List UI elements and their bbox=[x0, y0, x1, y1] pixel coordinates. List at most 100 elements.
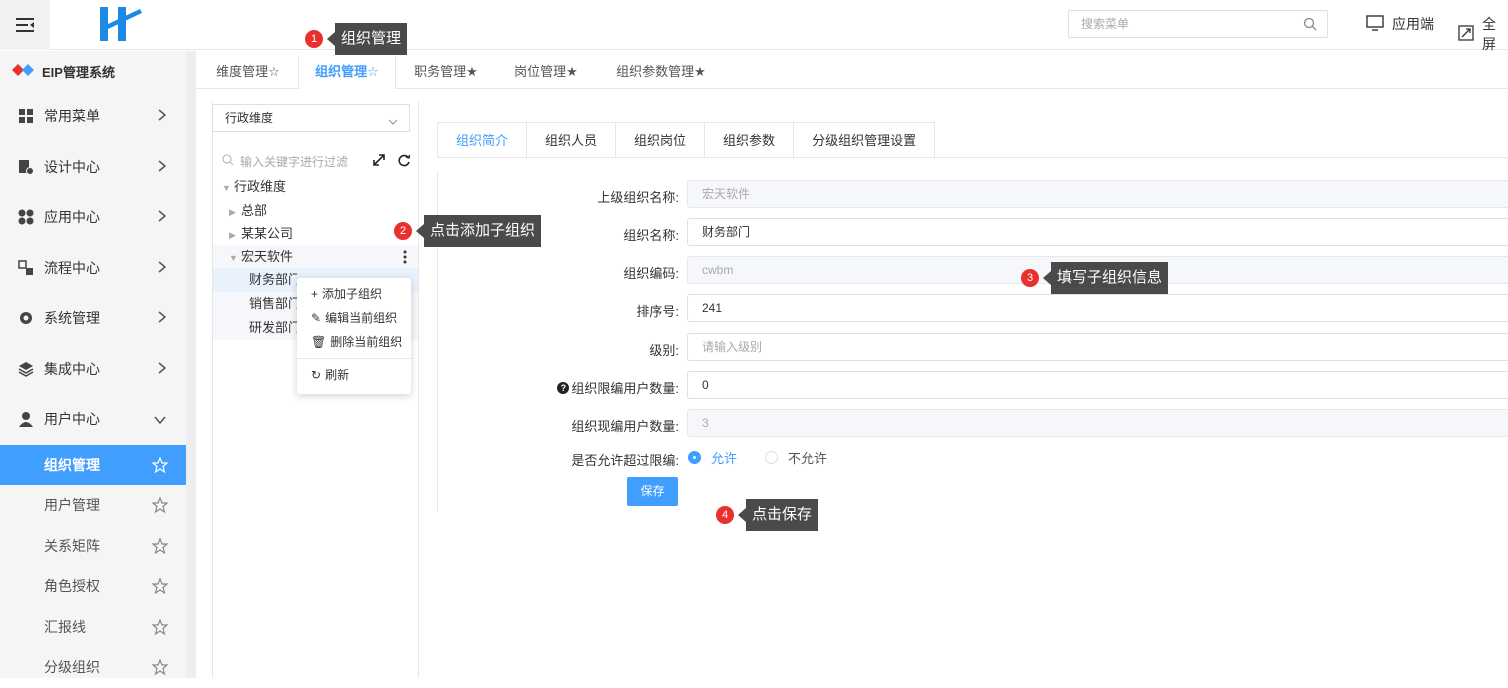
menu-item-label: 添加子组织 bbox=[322, 287, 383, 301]
logo bbox=[96, 3, 146, 43]
sidebar-item-design[interactable]: 设计中心 bbox=[0, 142, 186, 193]
fullscreen-label: 全屏 bbox=[1482, 16, 1496, 52]
sidebar-item-common[interactable]: 常用菜单 bbox=[0, 91, 186, 142]
sidebar: EIP管理系统 常用菜单 设计中心 应用中心 流程中心 系统管理 集成中心 用户… bbox=[0, 51, 186, 678]
tree-node-root[interactable]: ▼ 行政维度 bbox=[222, 175, 286, 199]
tab-org-params[interactable]: 组织参数 bbox=[705, 122, 795, 158]
help-icon[interactable]: ? bbox=[557, 381, 570, 394]
chevron-down-icon bbox=[387, 111, 399, 137]
allow-exceed-label: 是否允许超过限编: bbox=[571, 453, 679, 468]
sidebar-item-label: 设计中心 bbox=[44, 158, 100, 175]
fullscreen-button[interactable]: 全屏 bbox=[1458, 14, 1508, 54]
tree-node[interactable]: ▶ 某某公司 bbox=[229, 222, 293, 246]
expand-icon[interactable] bbox=[372, 153, 386, 170]
star-icon[interactable] bbox=[151, 496, 169, 516]
step-badge: 1 bbox=[305, 30, 323, 48]
design-icon bbox=[16, 157, 36, 177]
tree-node[interactable]: ▶ 总部 bbox=[229, 199, 267, 223]
tab-dimension[interactable]: 维度管理☆ bbox=[204, 55, 292, 89]
pencil-icon: ✎ bbox=[311, 311, 322, 325]
menu-divider bbox=[297, 358, 411, 359]
level-label: 级别: bbox=[649, 343, 679, 358]
limit-label-text: 组织限编用户数量: bbox=[571, 381, 679, 396]
tab-level-org-settings[interactable]: 分级组织管理设置 bbox=[794, 122, 936, 158]
callout-step-4: 4 点击保存 bbox=[716, 499, 819, 531]
search-input[interactable] bbox=[1069, 11, 1289, 37]
sidebar-subitem-label: 角色授权 bbox=[44, 578, 100, 595]
sidebar-subitem-report[interactable]: 汇报线 bbox=[0, 607, 186, 648]
app-end-button[interactable]: 应用端 bbox=[1366, 14, 1434, 34]
radio-label: 不允许 bbox=[788, 451, 828, 466]
sidebar-subitem-role[interactable]: 角色授权 bbox=[0, 566, 186, 607]
tree-node[interactable]: 财务部门 bbox=[249, 268, 297, 292]
star-icon[interactable] bbox=[151, 617, 169, 638]
save-button[interactable]: 保存 bbox=[627, 477, 678, 506]
tree-node-label: 宏天软件 bbox=[241, 249, 294, 264]
limit-label: ? 组织限编用户数量: bbox=[557, 378, 679, 397]
callout-pointer bbox=[738, 508, 746, 522]
tab-post[interactable]: 岗位管理★ bbox=[502, 55, 590, 89]
tree-node[interactable]: 研发部门 bbox=[249, 316, 297, 340]
search-icon bbox=[222, 154, 234, 169]
flow-icon bbox=[16, 258, 36, 278]
sidebar-item-integration[interactable]: 集成中心 bbox=[0, 344, 186, 395]
tree-node-label: 总部 bbox=[241, 203, 268, 218]
sidebar-item-system[interactable]: 系统管理 bbox=[0, 293, 186, 344]
radio-label: 允许 bbox=[711, 451, 738, 466]
refresh-icon[interactable] bbox=[397, 153, 411, 170]
allow-radio[interactable]: 允许 bbox=[688, 448, 737, 467]
plus-icon: + bbox=[311, 287, 319, 301]
grid-icon bbox=[16, 106, 36, 126]
disallow-radio[interactable]: 不允许 bbox=[765, 448, 827, 467]
tab-org-people[interactable]: 组织人员 bbox=[527, 122, 617, 158]
tree-filter[interactable]: 输入关键字进行过滤 bbox=[218, 150, 418, 172]
tab-org[interactable]: 组织管理☆ bbox=[298, 55, 396, 89]
context-menu: + 添加子组织 ✎ 编辑当前组织 🗑︎ 删除当前组织 ↻ 刷新 bbox=[297, 278, 411, 394]
search-box[interactable] bbox=[1068, 10, 1328, 38]
divider bbox=[186, 51, 196, 678]
caret-right-icon: ▶ bbox=[229, 207, 236, 217]
sidebar-item-user-center[interactable]: 用户中心 bbox=[0, 394, 186, 445]
sort-field[interactable]: 241 bbox=[687, 294, 1508, 322]
refresh-item[interactable]: ↻ 刷新 bbox=[297, 363, 411, 387]
tree-node-label: 某某公司 bbox=[241, 226, 294, 241]
tab-org-params[interactable]: 组织参数管理★ bbox=[602, 55, 720, 89]
limit-field[interactable]: 0 bbox=[687, 371, 1508, 399]
caret-down-icon: ▼ bbox=[222, 183, 231, 193]
sidebar-subitem-level-org[interactable]: 分级组织 bbox=[0, 647, 186, 688]
dimension-select[interactable]: 行政维度 bbox=[212, 104, 410, 132]
tree-node-selected[interactable]: ▼ 宏天软件 bbox=[229, 245, 293, 269]
star-icon[interactable] bbox=[151, 577, 169, 597]
more-vertical-icon[interactable] bbox=[402, 250, 408, 267]
tab-org-posts[interactable]: 组织岗位 bbox=[616, 122, 706, 158]
tree-filter-placeholder: 输入关键字进行过滤 bbox=[240, 155, 349, 169]
sidebar-subitem-label: 用户管理 bbox=[44, 497, 100, 514]
trash-icon: 🗑︎ bbox=[311, 335, 327, 349]
callout-step-1: 1 组织管理 bbox=[305, 23, 408, 55]
sidebar-subitem-org[interactable]: 组织管理 bbox=[0, 444, 186, 485]
sidebar-subitem-user[interactable]: 用户管理 bbox=[0, 485, 186, 526]
level-field[interactable]: 请输入级别 bbox=[687, 333, 1508, 361]
star-icon[interactable] bbox=[151, 658, 169, 678]
sidebar-item-flow[interactable]: 流程中心 bbox=[0, 243, 186, 294]
sidebar-item-apps[interactable]: 应用中心 bbox=[0, 192, 186, 243]
tab-job[interactable]: 职务管理★ bbox=[402, 55, 490, 89]
delete-org-item[interactable]: 🗑︎ 删除当前组织 bbox=[297, 330, 411, 354]
org-name-field[interactable]: 财务部门 bbox=[687, 218, 1508, 246]
star-icon[interactable] bbox=[151, 536, 169, 557]
sort-label: 排序号: bbox=[636, 304, 679, 319]
star-icon[interactable] bbox=[151, 455, 169, 476]
edit-org-item[interactable]: ✎ 编辑当前组织 bbox=[297, 306, 411, 330]
callout-pointer bbox=[1043, 271, 1051, 285]
menu-toggle-icon[interactable] bbox=[0, 0, 50, 50]
tab-org-intro[interactable]: 组织简介 bbox=[437, 122, 528, 158]
sidebar-subitem-matrix[interactable]: 关系矩阵 bbox=[0, 526, 186, 567]
search-icon[interactable] bbox=[1303, 17, 1317, 34]
callout-step-3: 3 填写子组织信息 bbox=[1021, 262, 1169, 294]
sidebar-item-label: 集成中心 bbox=[44, 360, 100, 377]
caret-down-icon: ▼ bbox=[229, 253, 238, 263]
add-child-org-item[interactable]: + 添加子组织 bbox=[297, 282, 411, 306]
tree-node[interactable]: 销售部门 bbox=[249, 292, 297, 316]
radio-unchecked-icon bbox=[765, 451, 778, 464]
step-badge: 2 bbox=[394, 222, 412, 240]
